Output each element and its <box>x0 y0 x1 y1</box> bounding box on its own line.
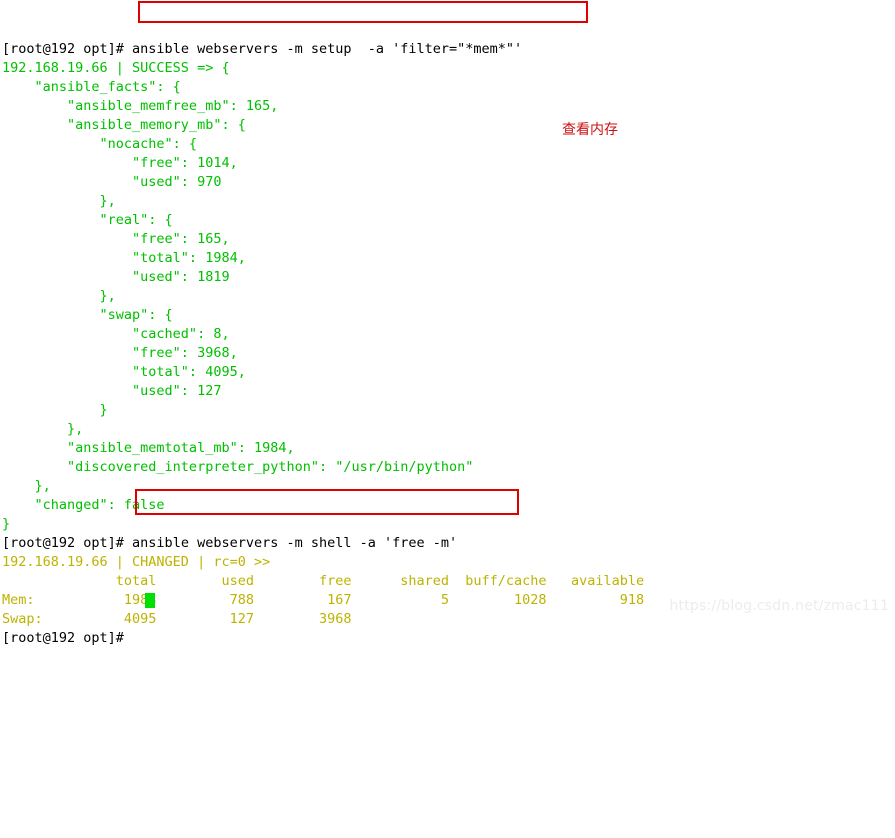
shell-prompt: [root@192 opt]# <box>2 630 124 646</box>
terminal-output-pane[interactable]: [root@192 opt]# ansible webservers -m se… <box>0 0 895 646</box>
watermark-url: https://blog.csdn.net/zmac111 <box>669 598 889 614</box>
terminal-text: Mem: 1984 788 167 5 1028 918 <box>2 592 645 608</box>
command-highlight-box-setup <box>138 1 588 23</box>
terminal-text: "real": { <box>2 212 173 228</box>
terminal-text: }, <box>2 421 84 437</box>
terminal-line: "used": 970 <box>2 173 895 192</box>
terminal-line: "free": 3968, <box>2 344 895 363</box>
terminal-text: "free": 165, <box>2 231 230 247</box>
terminal-text: "changed": false <box>2 497 165 513</box>
terminal-line: [root@192 opt]# ansible webservers -m se… <box>2 40 895 59</box>
terminal-text: "free": 3968, <box>2 345 238 361</box>
terminal-text: } <box>2 516 11 532</box>
terminal-line: "real": { <box>2 211 895 230</box>
terminal-line: "free": 1014, <box>2 154 895 173</box>
terminal-text: "nocache": { <box>2 136 198 152</box>
terminal-line: "swap": { <box>2 306 895 325</box>
terminal-text: "ansible_memory_mb": { <box>2 117 246 133</box>
terminal-cursor <box>145 593 155 608</box>
terminal-line: }, <box>2 477 895 496</box>
terminal-line: } <box>2 401 895 420</box>
shell-prompt: [root@192 opt]# <box>2 535 124 551</box>
terminal-text: "ansible_memtotal_mb": 1984, <box>2 440 295 456</box>
terminal-line: "total": 1984, <box>2 249 895 268</box>
terminal-text: "ansible_facts": { <box>2 79 181 95</box>
terminal-line: [root@192 opt]# ansible webservers -m sh… <box>2 534 895 553</box>
terminal-text: "used": 1819 <box>2 269 230 285</box>
shell-command: ansible webservers -m setup -a 'filter="… <box>123 41 523 57</box>
terminal-line: "ansible_facts": { <box>2 78 895 97</box>
terminal-line: "ansible_memfree_mb": 165, <box>2 97 895 116</box>
terminal-line: }, <box>2 192 895 211</box>
terminal-text: 192.168.19.66 | SUCCESS => { <box>2 60 230 76</box>
terminal-line: "free": 165, <box>2 230 895 249</box>
terminal-line: "used": 127 <box>2 382 895 401</box>
terminal-text: "free": 1014, <box>2 155 238 171</box>
terminal-line: "changed": false <box>2 496 895 515</box>
terminal-text: } <box>2 402 108 418</box>
annotation-view-memory: 查看内存 <box>562 122 618 138</box>
terminal-line: 192.168.19.66 | SUCCESS => { <box>2 59 895 78</box>
terminal-line: "used": 1819 <box>2 268 895 287</box>
shell-prompt: [root@192 opt]# <box>2 41 124 57</box>
terminal-text: "swap": { <box>2 307 173 323</box>
terminal-line: "ansible_memtotal_mb": 1984, <box>2 439 895 458</box>
terminal-line: }, <box>2 287 895 306</box>
terminal-text: "discovered_interpreter_python": "/usr/b… <box>2 459 474 475</box>
terminal-line: "discovered_interpreter_python": "/usr/b… <box>2 458 895 477</box>
terminal-line: } <box>2 515 895 534</box>
terminal-lines: [root@192 opt]# ansible webservers -m se… <box>2 40 895 648</box>
shell-command: ansible webservers -m shell -a 'free -m' <box>123 535 458 551</box>
terminal-text: }, <box>2 193 116 209</box>
terminal-text: Swap: 4095 127 3968 <box>2 611 352 627</box>
terminal-line: total used free shared buff/cache availa… <box>2 572 895 591</box>
terminal-text: "ansible_memfree_mb": 165, <box>2 98 279 114</box>
terminal-line: "total": 4095, <box>2 363 895 382</box>
terminal-text: }, <box>2 478 51 494</box>
terminal-line: "cached": 8, <box>2 325 895 344</box>
terminal-line: 192.168.19.66 | CHANGED | rc=0 >> <box>2 553 895 572</box>
terminal-text: 192.168.19.66 | CHANGED | rc=0 >> <box>2 554 271 570</box>
terminal-text: "used": 970 <box>2 174 222 190</box>
terminal-line: "ansible_memory_mb": { <box>2 116 895 135</box>
terminal-text: "cached": 8, <box>2 326 230 342</box>
terminal-line: }, <box>2 420 895 439</box>
terminal-text: }, <box>2 288 116 304</box>
terminal-text: total used free shared buff/cache availa… <box>2 573 645 589</box>
terminal-line: "nocache": { <box>2 135 895 154</box>
terminal-text: "used": 127 <box>2 383 222 399</box>
terminal-text: "total": 4095, <box>2 364 246 380</box>
terminal-line: [root@192 opt]# <box>2 629 895 648</box>
terminal-text: "total": 1984, <box>2 250 246 266</box>
